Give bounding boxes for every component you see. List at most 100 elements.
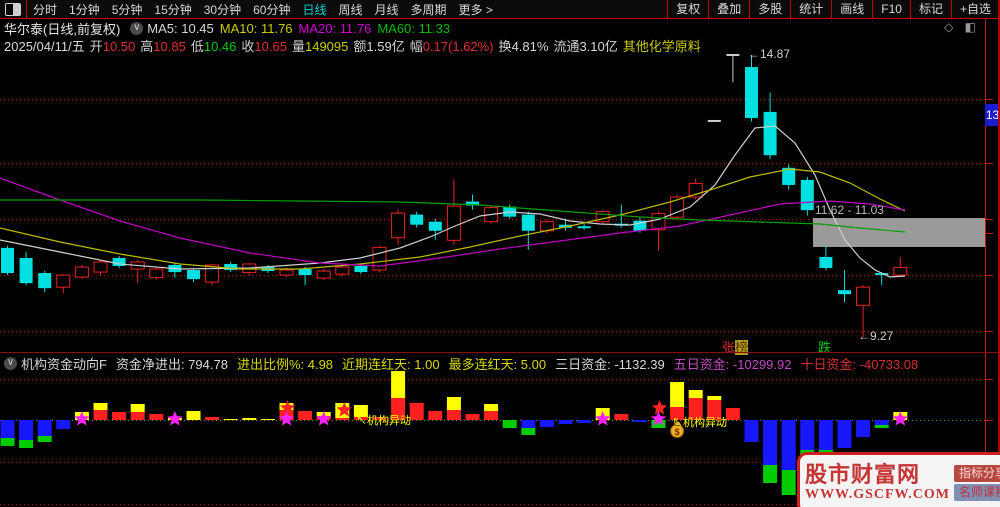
peak-price-label: ←14.87 — [748, 47, 791, 61]
fundflow-bar — [446, 410, 461, 420]
indicator-field: 五日资金: -10299.92 — [673, 356, 792, 372]
candle — [763, 111, 777, 156]
candle — [74, 266, 89, 278]
fundflow-bar — [539, 420, 554, 427]
indicator-field: 资金净进出: 794.78 — [115, 356, 228, 372]
indicator-field: 三日资金: -1132.39 — [555, 356, 665, 372]
watermark-badge: 名师课程 — [953, 484, 1000, 501]
fundflow-bar — [130, 412, 145, 420]
candle — [521, 214, 535, 231]
indicator-chevron-icon[interactable]: ∨ — [4, 356, 17, 370]
fundflow-bar — [670, 382, 685, 407]
fundflow-bar — [93, 410, 108, 420]
fundflow-bar — [19, 420, 34, 440]
fundflow-bar — [93, 403, 108, 410]
indicator-field: 最多连红天: 5.00 — [448, 356, 547, 372]
candle — [446, 205, 461, 241]
candle — [335, 266, 350, 275]
candle — [149, 268, 164, 279]
candle — [745, 67, 758, 118]
candle — [577, 226, 591, 229]
fundflow-bar — [335, 418, 350, 420]
fundflow-bar — [484, 411, 499, 420]
fundflow-bar — [130, 404, 145, 412]
fundflow-bar — [0, 438, 15, 446]
indicator-values: 机构资金动向F 资金净进出: 794.78 进出比例%: 4.98 近期连红天: 1.… — [21, 354, 927, 373]
institution-alert-label: ↖机构异动 — [672, 417, 727, 429]
trading-app-window: 分时 1分钟 5分钟 15分钟 30分钟 60分钟 日线 周线 月线 多周期 更多 > 复权 叠加 多股… — [0, 0, 1000, 507]
fundflow-bar — [186, 411, 201, 420]
fundflow-bar — [37, 436, 52, 442]
fundflow-bar — [56, 420, 71, 429]
candle — [187, 270, 200, 280]
candle — [838, 290, 851, 295]
fundflow-bar — [409, 403, 424, 420]
fundflow-bar — [391, 371, 406, 398]
candle — [688, 182, 703, 198]
watermark-text: 股市财富网 WWW.GSCFW.COM — [805, 459, 950, 507]
fundflow-bar — [781, 420, 796, 470]
fundflow-bar — [577, 420, 592, 423]
fundflow-bar — [112, 412, 127, 420]
watermark-title: 股市财富网 — [805, 462, 921, 487]
watermark-url: WWW.GSCFW.COM — [805, 487, 950, 502]
fundflow-bar — [521, 428, 536, 435]
star-marker — [651, 400, 668, 415]
indicator-header: ∨ 机构资金动向F 资金净进出: 794.78 进出比例%: 4.98 近期连红天: … — [0, 352, 1000, 373]
fundflow-bar — [856, 420, 871, 437]
candle — [410, 214, 424, 225]
indicator-field: 近期连红天: 1.00 — [342, 356, 440, 372]
gap-zone-box — [813, 218, 985, 247]
candle — [372, 246, 387, 271]
indicator-field: 进出比例%: 4.98 — [236, 356, 334, 372]
candle — [1, 247, 14, 274]
institution-alert-label: ↖机构异动 — [356, 415, 411, 427]
chart-corner-icons[interactable]: ◇ ◧ — [944, 20, 980, 34]
candle — [428, 221, 442, 231]
fundflow-bar — [149, 414, 164, 420]
indicator-field: 十日资金: -40733.08 — [800, 356, 919, 372]
fundflow-bar — [260, 419, 275, 420]
fundflow-bar — [465, 414, 480, 420]
fundflow-bar — [446, 397, 461, 410]
fundflow-bar — [223, 419, 238, 420]
fundflow-bar — [874, 420, 889, 425]
candle — [19, 257, 33, 284]
candle — [279, 269, 294, 276]
candle — [893, 267, 908, 276]
fundflow-bar — [614, 414, 629, 420]
low-price-label: ←9.27 — [858, 329, 894, 343]
fundflow-bar — [744, 420, 759, 442]
candle — [298, 269, 312, 276]
fundflow-bar — [632, 420, 647, 422]
watermark-badge: 指标分享 — [953, 465, 1000, 482]
indicator-field: 机构资金动向F — [21, 356, 107, 372]
fundflow-bar — [521, 420, 536, 428]
fundflow-bar — [502, 420, 517, 428]
main-chart-canvas[interactable]: $ — [0, 0, 1000, 507]
star-marker — [167, 411, 183, 426]
candle — [819, 256, 833, 269]
candle — [856, 286, 871, 306]
fundflow-bar — [725, 408, 740, 420]
candle — [651, 213, 666, 231]
fundflow-bar — [874, 425, 889, 428]
watermark-box: 股市财富网 WWW.GSCFW.COM 指标分享 名师课程 — [797, 452, 1000, 507]
fundflow-bar — [781, 470, 796, 495]
fundflow-bar — [19, 440, 34, 448]
watermark-badges: 指标分享 名师课程 — [953, 459, 1000, 507]
candle — [800, 179, 814, 211]
fundflow-bar — [0, 420, 15, 438]
fundflow-bar — [558, 420, 573, 424]
fundflow-bar — [800, 420, 815, 450]
fundflow-bar — [484, 404, 499, 411]
fundflow-bar — [763, 420, 778, 465]
fundflow-bar — [428, 411, 443, 420]
fundflow-bar — [37, 420, 52, 436]
gap-range-label: 11.62 - 11.03 — [815, 203, 884, 217]
fundflow-bar — [242, 418, 257, 420]
candle — [354, 266, 368, 273]
fundflow-bar — [688, 390, 703, 398]
candle — [56, 274, 71, 288]
fundflow-bar — [818, 420, 833, 450]
